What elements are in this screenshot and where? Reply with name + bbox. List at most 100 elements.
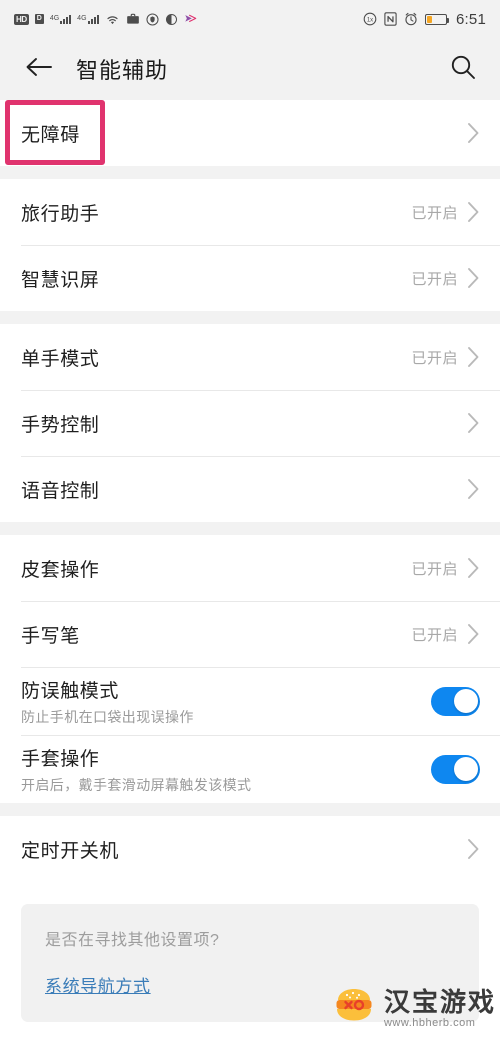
row-divider: [21, 245, 500, 246]
row-texts: 手写笔: [21, 621, 411, 648]
signal-4g-sim2-icon: 4G: [77, 14, 99, 24]
wifi-icon: [105, 13, 120, 25]
row-status-value: 已开启: [411, 560, 458, 578]
group-separator: [0, 522, 500, 535]
row-right: [467, 838, 480, 860]
network-label-2: 4G: [77, 14, 87, 22]
row-texts: 防误触模式防止手机在口袋出现误操作: [21, 676, 431, 727]
settings-group: 皮套操作 已开启 手写笔 已开启 防误触模式 防止手机在口袋出现误操作 手套操作 开启后，戴手…: [0, 535, 500, 803]
row-divider: [21, 667, 500, 668]
system-navigation-link[interactable]: 系统导航方式: [45, 972, 151, 997]
row-toggle-switch[interactable]: [431, 686, 480, 716]
row-title: 手写笔: [21, 625, 80, 647]
row-title: 语音控制: [21, 480, 100, 502]
row-right: [431, 686, 480, 716]
row-subtitle: 防止手机在口袋出现误操作: [21, 708, 194, 725]
settings-row[interactable]: 定时开关机: [0, 816, 500, 882]
settings-row[interactable]: 旅行助手 已开启: [0, 179, 500, 245]
settings-group: 旅行助手 已开启智慧识屏 已开启: [0, 179, 500, 311]
row-divider: [21, 390, 500, 391]
battery-icon: [425, 13, 450, 25]
chevron-right-icon: [467, 122, 480, 144]
search-icon: [449, 53, 477, 86]
row-divider: [21, 735, 500, 736]
watermark-name: 汉宝游戏: [383, 987, 496, 1017]
shield-icon: [145, 12, 159, 26]
row-texts: 皮套操作: [21, 555, 411, 582]
chevron-right-icon: [467, 838, 480, 860]
settings-row[interactable]: 防误触模式防止手机在口袋出现误操作: [0, 667, 500, 735]
settings-list: 无障碍 旅行助手 已开启 智慧识屏 已开启 单手模式 已开启 手势控制 语音控制 皮套操作 已开启手…: [0, 100, 500, 882]
app-bar: 智能辅助: [0, 38, 500, 100]
row-texts: 手势控制: [21, 410, 467, 437]
settings-row[interactable]: 手势控制: [0, 390, 500, 456]
signal-4g-sim1-icon: 4G: [49, 14, 72, 24]
nfc-icon: [384, 12, 397, 26]
row-texts: 无障碍: [21, 120, 467, 147]
settings-row[interactable]: 单手模式 已开启: [0, 324, 500, 390]
row-title: 定时开关机: [21, 840, 120, 862]
chevron-right-icon: [467, 267, 480, 289]
settings-group: 无障碍: [0, 100, 500, 166]
settings-row[interactable]: 语音控制: [0, 456, 500, 522]
toggle-knob: [453, 689, 478, 713]
row-texts: 语音控制: [21, 476, 467, 503]
svg-text:1x: 1x: [367, 18, 373, 24]
phone-screen: HD D 4G 4G 1x 6:51 智能辅助 无障碍 旅行助手 已开启 智慧识…: [0, 0, 500, 1039]
row-right: [467, 478, 480, 500]
row-divider: [21, 456, 500, 457]
row-title: 无障碍: [21, 124, 80, 146]
row-title: 防误触模式: [21, 680, 120, 702]
settings-row[interactable]: 手写笔 已开启: [0, 601, 500, 667]
chevron-right-icon: [467, 346, 480, 368]
row-texts: 定时开关机: [21, 836, 467, 863]
row-right: [467, 412, 480, 434]
data-saver-icon: 1x: [363, 12, 377, 26]
settings-row[interactable]: 智慧识屏 已开启: [0, 245, 500, 311]
sim-data-icon: D: [34, 14, 44, 24]
chevron-right-icon: [467, 623, 480, 645]
status-bar-clock: 6:51: [456, 10, 486, 28]
row-status-value: 已开启: [411, 270, 458, 288]
row-subtitle: 开启后，戴手套滑动屏幕触发该模式: [21, 776, 252, 793]
row-divider: [21, 601, 500, 602]
burger-logo-icon: [332, 986, 376, 1031]
row-title: 智慧识屏: [21, 269, 100, 291]
row-texts: 旅行助手: [21, 199, 411, 226]
settings-row[interactable]: 手套操作开启后，戴手套滑动屏幕触发该模式: [0, 735, 500, 803]
group-separator: [0, 311, 500, 324]
status-bar: HD D 4G 4G 1x 6:51: [0, 0, 500, 38]
watermark: 汉宝游戏 www.hbherb.com: [332, 986, 496, 1031]
network-label-1: 4G: [49, 14, 60, 22]
sync-icon: [165, 13, 178, 26]
row-status-value: 已开启: [411, 349, 458, 367]
row-right: 已开启: [411, 267, 480, 289]
row-toggle-switch[interactable]: [431, 754, 480, 784]
other-settings-question: 是否在寻找其他设置项?: [45, 932, 220, 949]
search-button[interactable]: [446, 52, 480, 86]
back-button[interactable]: [22, 52, 56, 86]
watermark-url: www.hbherb.com: [383, 1017, 476, 1029]
chevron-right-icon: [467, 478, 480, 500]
alarm-icon: [404, 12, 418, 26]
row-title: 皮套操作: [21, 559, 100, 581]
chevron-right-icon: [467, 557, 480, 579]
row-texts: 手套操作开启后，戴手套滑动屏幕触发该模式: [21, 744, 431, 795]
settings-row[interactable]: 无障碍: [0, 100, 500, 166]
briefcase-icon: [126, 13, 140, 25]
row-right: [467, 122, 480, 144]
row-title: 单手模式: [21, 348, 100, 370]
settings-row[interactable]: 皮套操作 已开启: [0, 535, 500, 601]
chevron-right-icon: [467, 201, 480, 223]
share-icon: [184, 13, 197, 25]
settings-group: 单手模式 已开启手势控制语音控制: [0, 324, 500, 522]
row-right: [431, 754, 480, 784]
status-bar-right-icons: 1x 6:51: [363, 11, 486, 28]
row-texts: 单手模式: [21, 344, 411, 371]
chevron-right-icon: [467, 412, 480, 434]
settings-group: 定时开关机: [0, 816, 500, 882]
row-title: 手势控制: [21, 414, 100, 436]
row-texts: 智慧识屏: [21, 265, 411, 292]
hd-icon: HD: [14, 13, 29, 25]
row-title: 手套操作: [21, 748, 100, 770]
